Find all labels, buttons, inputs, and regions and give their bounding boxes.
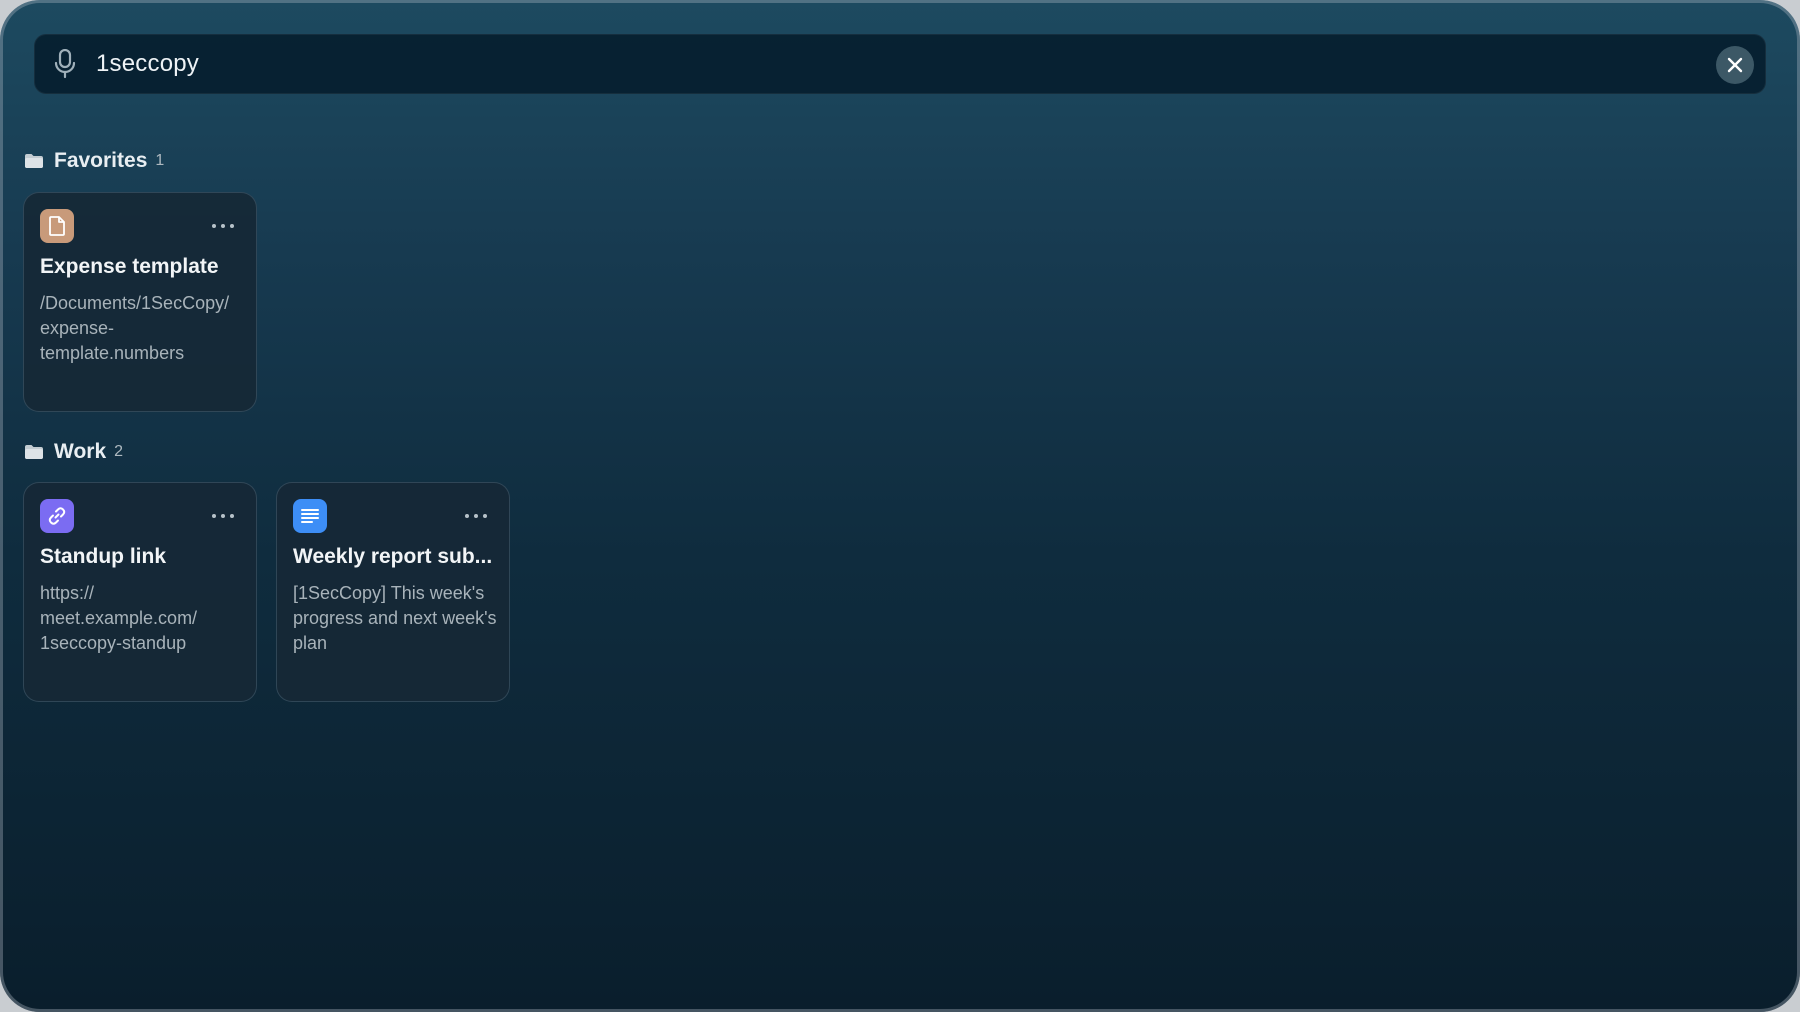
microphone-icon[interactable]	[53, 49, 77, 79]
close-icon	[1727, 57, 1743, 73]
clip-title: Weekly report sub...	[293, 545, 493, 568]
document-icon	[40, 209, 74, 243]
search-bar[interactable]: 1seccopy	[34, 34, 1766, 94]
clip-title: Expense template	[40, 255, 219, 278]
clip-card[interactable]: Standup link https:// meet.example.com/ …	[23, 482, 257, 702]
clip-preview: /Documents/1SecCopy/ expense-template.nu…	[40, 293, 230, 363]
more-options-button[interactable]	[212, 513, 234, 519]
group-header-favorites: Favorites 1	[24, 148, 164, 174]
clip-preview: [1SecCopy] This week's progress and next…	[293, 583, 497, 653]
more-options-button[interactable]	[465, 513, 487, 519]
group-header-work: Work 2	[24, 439, 123, 465]
folder-icon	[25, 445, 43, 459]
group-count: 2	[114, 443, 124, 460]
search-input[interactable]: 1seccopy	[96, 49, 199, 79]
folder-icon	[25, 154, 43, 168]
group-title: Work	[54, 440, 107, 463]
app-window: 1seccopy Favorites 1 Expense template /D…	[0, 0, 1800, 1012]
more-options-button[interactable]	[212, 223, 234, 229]
clip-title: Standup link	[40, 545, 166, 568]
link-icon	[40, 499, 74, 533]
clip-preview: https:// meet.example.com/ 1seccopy-stan…	[40, 583, 198, 653]
clear-search-button[interactable]	[1716, 46, 1754, 84]
clip-card[interactable]: Expense template /Documents/1SecCopy/ ex…	[23, 192, 257, 412]
group-count: 1	[155, 152, 165, 169]
clip-card[interactable]: Weekly report sub... [1SecCopy] This wee…	[276, 482, 510, 702]
text-lines-icon	[293, 499, 327, 533]
group-title: Favorites	[54, 149, 148, 172]
